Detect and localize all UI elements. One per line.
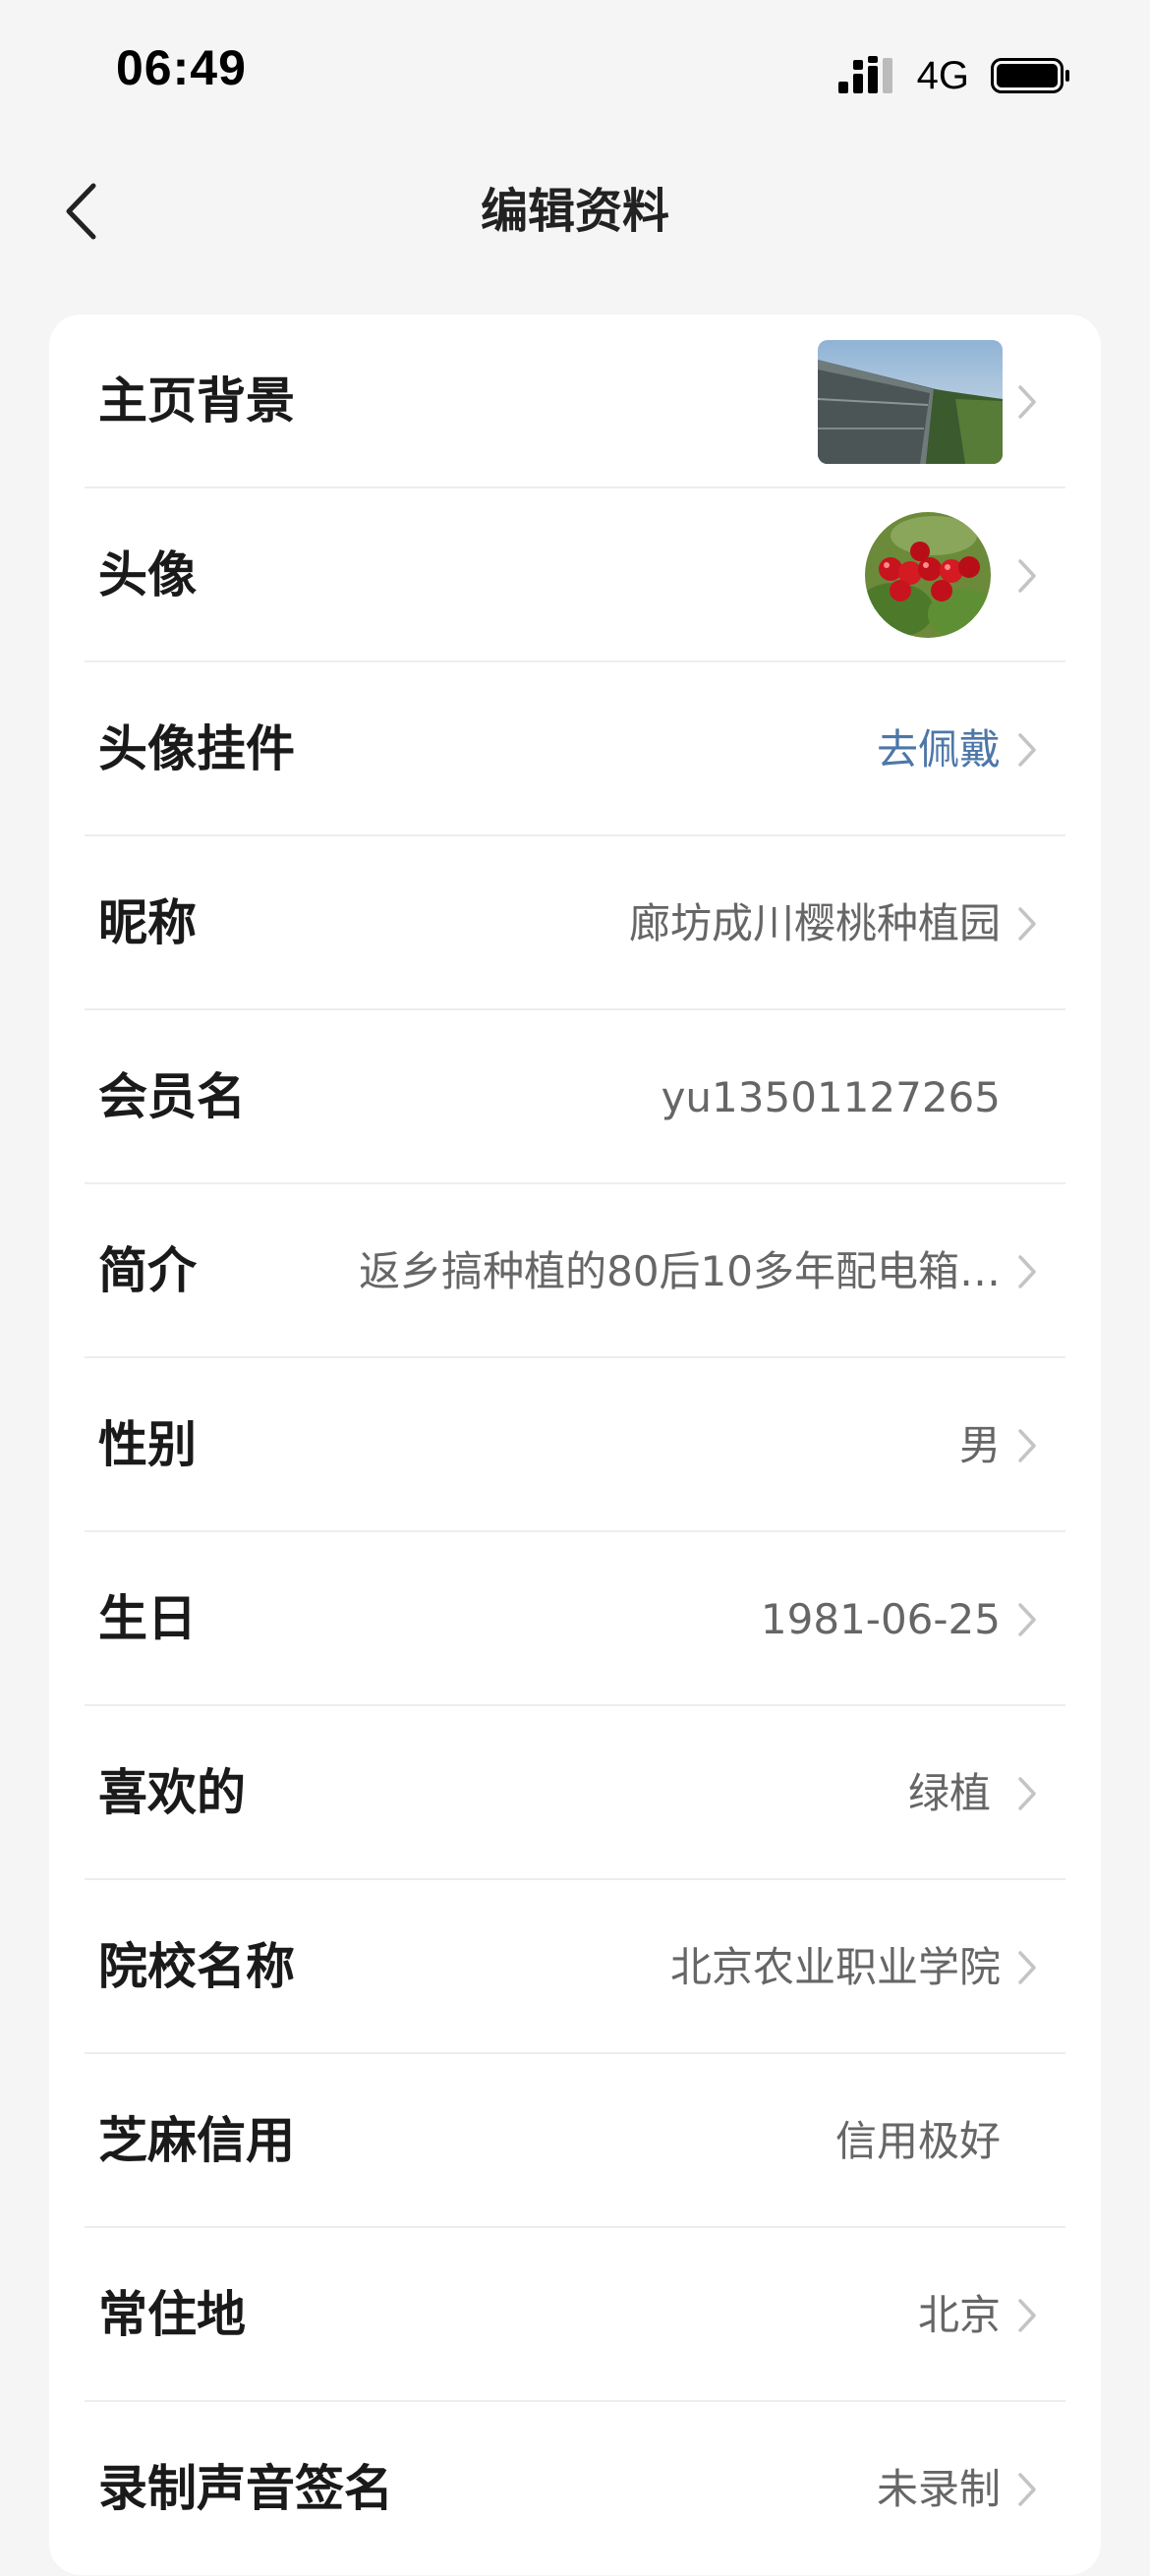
battery-icon (991, 58, 1069, 93)
gender-value: 男 (958, 1421, 1001, 1469)
birthday-value: 1981-06-25 (760, 1595, 1001, 1643)
row-school-name[interactable]: 院校名称 北京农业职业学院 (49, 1880, 1101, 2054)
row-nickname[interactable]: 昵称 廊坊成川樱桃种植园 (49, 836, 1101, 1010)
navigation-bar: 编辑资料 (0, 147, 1150, 275)
voice-signature-value: 未录制 (876, 2465, 1001, 2513)
chevron-right-icon (1018, 907, 1036, 941)
status-bar: 06:49 4G (0, 0, 1150, 147)
chevron-right-icon (1018, 1603, 1036, 1636)
row-label: 院校名称 (98, 1938, 295, 1995)
row-label: 喜欢的 (98, 1764, 246, 1821)
network-label: 4G (916, 54, 969, 97)
nickname-value: 廊坊成川樱桃种植园 (628, 899, 1001, 947)
row-label: 头像挂件 (98, 720, 295, 777)
wear-pendant-link[interactable]: 去佩戴 (877, 662, 1001, 836)
school-name-value: 北京农业职业学院 (669, 1943, 1001, 1991)
chevron-right-icon (1018, 1777, 1036, 1810)
chevron-right-icon (1018, 559, 1036, 593)
row-sesame-credit: 芝麻信用 信用极好 (49, 2054, 1101, 2228)
bio-value: 返乡搞种植的80后10多年配电箱… (359, 1247, 1001, 1295)
chevron-right-icon (1018, 2473, 1036, 2506)
member-name-value: yu13501127265 (661, 1073, 1001, 1121)
status-time: 06:49 (116, 40, 247, 95)
row-avatar[interactable]: 头像 (49, 488, 1101, 662)
row-avatar-pendant[interactable]: 头像挂件 去佩戴 (49, 662, 1101, 836)
row-label: 常住地 (98, 2286, 246, 2343)
page-title: 编辑资料 (480, 184, 669, 239)
residence-value: 北京 (917, 2291, 1001, 2339)
chevron-right-icon (1018, 1951, 1036, 1984)
row-label: 会员名 (98, 1068, 246, 1125)
chevron-right-icon (1018, 733, 1036, 767)
row-label: 简介 (98, 1242, 197, 1299)
chevron-right-icon (1018, 2299, 1036, 2332)
row-residence[interactable]: 常住地 北京 (49, 2228, 1101, 2402)
row-voice-signature[interactable]: 录制声音签名 未录制 (49, 2402, 1101, 2576)
row-gender[interactable]: 性别 男 (49, 1358, 1101, 1532)
signal-icon (837, 56, 892, 93)
chevron-right-icon (1018, 1255, 1036, 1288)
sesame-credit-value: 信用极好 (834, 2117, 1001, 2165)
row-label: 录制声音签名 (98, 2460, 393, 2517)
chevron-right-icon (1018, 385, 1036, 419)
homepage-background-thumbnail (818, 340, 1003, 464)
chevron-right-icon (1018, 1429, 1036, 1462)
row-label: 生日 (98, 1590, 197, 1647)
avatar (865, 512, 991, 638)
row-label: 芝麻信用 (98, 2112, 295, 2169)
row-label: 头像 (98, 546, 197, 603)
row-label: 昵称 (98, 894, 197, 951)
row-homepage-background[interactable]: 主页背景 (49, 315, 1101, 488)
likes-value: 绿植 (907, 1769, 991, 1817)
row-label: 性别 (98, 1416, 197, 1473)
status-indicators: 4G (837, 51, 1071, 100)
row-label: 主页背景 (98, 372, 295, 429)
profile-settings-list: 主页背景 头像 头像挂件 去佩戴 昵称 廊坊成川樱桃种植园 会员名 yu1350… (49, 315, 1101, 2575)
row-bio[interactable]: 简介 返乡搞种植的80后10多年配电箱… (49, 1184, 1101, 1358)
row-member-name: 会员名 yu13501127265 (49, 1010, 1101, 1184)
row-likes[interactable]: 喜欢的 绿植 (49, 1706, 1101, 1880)
row-birthday[interactable]: 生日 1981-06-25 (49, 1532, 1101, 1706)
